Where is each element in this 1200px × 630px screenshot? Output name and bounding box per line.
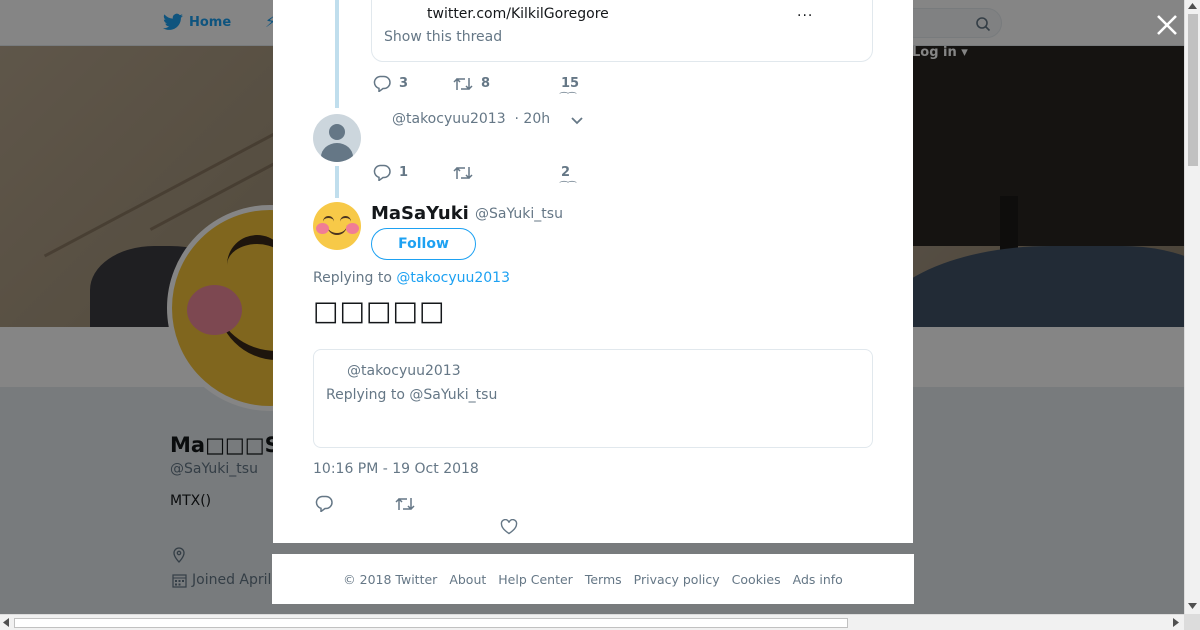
replying-prefix: Replying to <box>313 270 392 286</box>
tweet-actions: 3 8 15 <box>373 75 579 92</box>
footer-cookies-link[interactable]: Cookies <box>732 572 781 587</box>
retweet-icon <box>395 497 415 510</box>
tweet-author-handle[interactable]: @SaYuki_tsu <box>475 206 563 222</box>
footer-privacy-link[interactable]: Privacy policy <box>634 572 720 587</box>
scroll-left-icon[interactable] <box>3 618 9 627</box>
reply-actions: 1 2 <box>373 164 570 181</box>
footer-help-link[interactable]: Help Center <box>498 572 573 587</box>
reply-count: 3 <box>399 76 409 91</box>
close-icon[interactable] <box>1154 12 1180 38</box>
replying-to: Replying to @takocyuu2013 <box>313 270 510 286</box>
scroll-right-icon[interactable] <box>1173 618 1179 627</box>
like-count: 2 <box>561 165 571 180</box>
follow-button[interactable]: Follow <box>371 228 476 260</box>
reply-button[interactable] <box>315 495 395 512</box>
like-button[interactable]: 2 <box>561 165 570 180</box>
card-more: ... <box>797 4 814 20</box>
footer-terms-link[interactable]: Terms <box>585 572 622 587</box>
show-thread-link[interactable]: Show this thread <box>384 29 502 45</box>
like-count: 15 <box>561 76 580 91</box>
reply-button[interactable]: 3 <box>373 75 453 92</box>
vertical-scroll-thumb[interactable] <box>1188 14 1198 166</box>
thread-connector <box>335 166 339 198</box>
tweet-timestamp[interactable]: 10:16 PM - 19 Oct 2018 <box>313 461 479 477</box>
reply-avatar[interactable] <box>313 114 361 162</box>
replying-to-link[interactable]: @takocyuu2013 <box>396 270 510 286</box>
retweet-count: 8 <box>481 76 491 91</box>
chevron-down-icon[interactable] <box>570 116 584 126</box>
tweet-modal: twitter.com/KilkilGoregore ... Show this… <box>273 0 913 543</box>
retweet-icon <box>453 77 473 90</box>
retweet-button[interactable] <box>453 165 561 181</box>
reply-time[interactable]: · 20h <box>515 111 551 127</box>
quoted-replying: Replying to @SaYuki_tsu <box>326 387 498 403</box>
footer-about-link[interactable]: About <box>449 572 486 587</box>
horizontal-scroll-thumb[interactable] <box>14 618 848 628</box>
tweet-actions <box>315 495 415 512</box>
tweet-author-name[interactable]: MaSaYuki <box>371 203 469 224</box>
reply-icon <box>373 164 391 181</box>
retweet-button[interactable]: 8 <box>453 76 561 92</box>
scrollbar-corner <box>1184 614 1200 630</box>
reply-icon <box>373 75 391 92</box>
footer-ads-link[interactable]: Ads info <box>793 572 843 587</box>
heart-icon[interactable] <box>500 519 518 535</box>
quoted-tweet[interactable]: @takocyuu2013 Replying to @SaYuki_tsu <box>313 349 873 448</box>
heart-icon: ⁀⁀ <box>560 182 577 193</box>
vertical-scrollbar[interactable] <box>1184 0 1200 614</box>
reply-meta: @takocyuu2013 · 20h <box>392 111 550 127</box>
thread-connector <box>335 0 339 108</box>
footer-copyright: © 2018 Twitter <box>343 571 438 587</box>
reply-handle[interactable]: @takocyuu2013 <box>392 111 506 127</box>
heart-icon: ⁀⁀ <box>560 93 577 104</box>
tweet-avatar[interactable] <box>313 202 361 250</box>
tweet-text: □□□□□ <box>313 296 446 327</box>
reply-count: 1 <box>399 165 409 180</box>
scroll-up-icon[interactable] <box>1188 3 1197 9</box>
quoted-handle: @takocyuu2013 <box>347 363 461 379</box>
horizontal-scrollbar[interactable] <box>0 614 1184 630</box>
scroll-down-icon[interactable] <box>1188 603 1197 609</box>
retweet-button[interactable] <box>395 496 415 512</box>
reply-button[interactable]: 1 <box>373 164 453 181</box>
retweet-icon <box>453 166 473 179</box>
like-button[interactable]: 15 <box>561 76 579 91</box>
reply-icon <box>315 495 333 512</box>
modal-footer: © 2018 Twitter About Help Center Terms P… <box>272 554 914 604</box>
card-url: twitter.com/KilkilGoregore <box>427 6 609 22</box>
